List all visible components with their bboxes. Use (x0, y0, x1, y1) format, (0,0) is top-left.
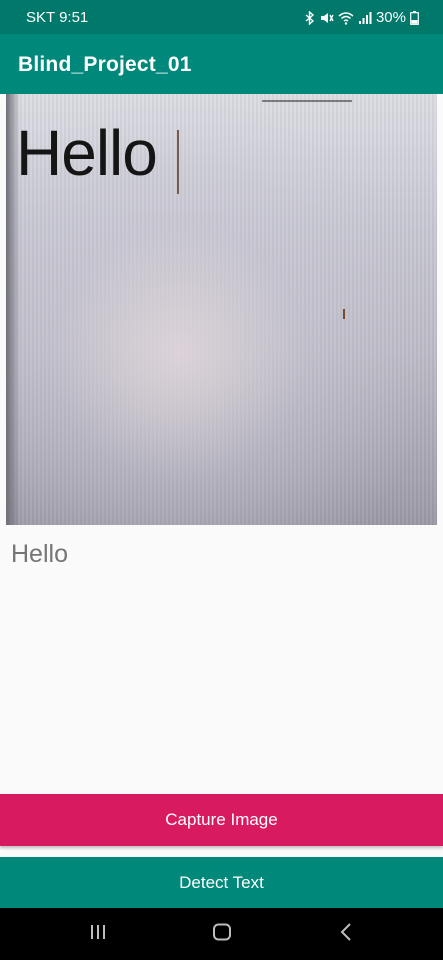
home-icon (212, 923, 232, 946)
capture-image-button[interactable]: Capture Image (0, 794, 443, 846)
detected-text: Hello (11, 540, 68, 568)
detect-text-button[interactable]: Detect Text (0, 857, 443, 908)
wifi-icon (338, 11, 354, 25)
battery-icon (410, 10, 419, 25)
status-bar: SKT 9:51 30% (0, 0, 443, 34)
recent-apps-icon (89, 924, 107, 945)
bluetooth-icon (304, 10, 316, 25)
signal-icon (358, 11, 372, 25)
image-top-marks (262, 94, 352, 102)
carrier-time: SKT 9:51 (26, 9, 89, 26)
captured-image: Hello (6, 94, 437, 525)
status-icons: 30% (304, 9, 419, 26)
photo-text: Hello (16, 117, 158, 189)
recent-apps-button[interactable] (68, 908, 128, 960)
image-speck (343, 309, 345, 319)
back-button[interactable] (316, 908, 376, 960)
home-button[interactable] (192, 908, 252, 960)
app-bar: Blind_Project_01 (0, 34, 443, 94)
battery-percent: 30% (375, 9, 406, 26)
mute-icon (320, 11, 334, 25)
app-title: Blind_Project_01 (18, 53, 192, 76)
text-cursor-mark (177, 130, 179, 194)
back-icon (340, 922, 352, 946)
navigation-bar (0, 908, 443, 960)
